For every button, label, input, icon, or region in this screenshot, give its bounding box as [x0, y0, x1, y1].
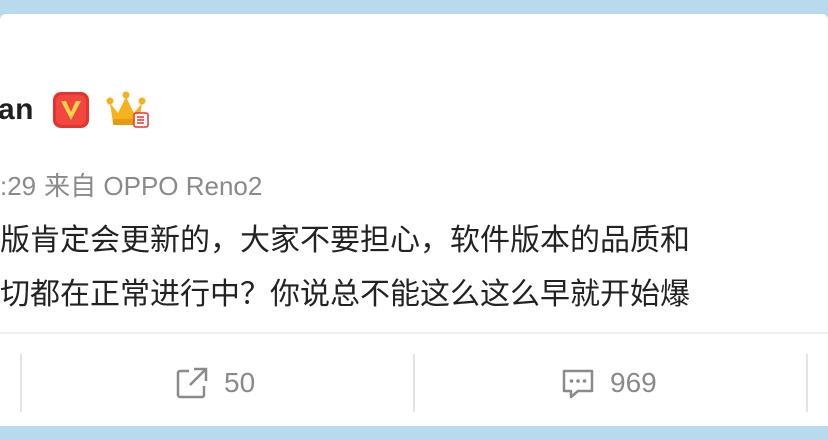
verified-v-icon[interactable] [52, 91, 90, 129]
post-content-line: 版肯定会更新的，大家不要担心，软件版本的品质和 [0, 224, 690, 257]
comment-button[interactable]: 969 [560, 364, 657, 402]
post-actions-bar: 50 969 [0, 334, 828, 433]
post-time[interactable]: :29 [0, 171, 36, 201]
post-content-line: 切都在正常进行中？你说总不能这么这么早就开始爆 [0, 278, 690, 311]
post-content: 版肯定会更新的，大家不要担心，软件版本的品质和 切都在正常进行中？你说总不能这么… [0, 214, 690, 322]
action-separator [20, 354, 22, 412]
post-meta: :29 来自 OPPO Reno2 [0, 166, 270, 203]
repost-count: 50 [224, 367, 256, 398]
action-separator [413, 354, 415, 412]
comment-count: 969 [610, 367, 657, 398]
post-source: 来自 OPPO Reno2 [44, 171, 263, 201]
post-card: an :29 来自 OPPO Reno2 版肯定会更新的，大家不要担心，软件版本… [0, 14, 828, 433]
page-background-strip [0, 426, 828, 433]
action-separator [806, 354, 808, 412]
comment-icon [562, 369, 594, 399]
crown-level-icon[interactable] [106, 89, 150, 131]
repost-button[interactable]: 50 [174, 364, 255, 402]
author-row: an [0, 90, 150, 130]
repost-icon [176, 367, 208, 399]
author-name[interactable]: an [0, 93, 34, 127]
